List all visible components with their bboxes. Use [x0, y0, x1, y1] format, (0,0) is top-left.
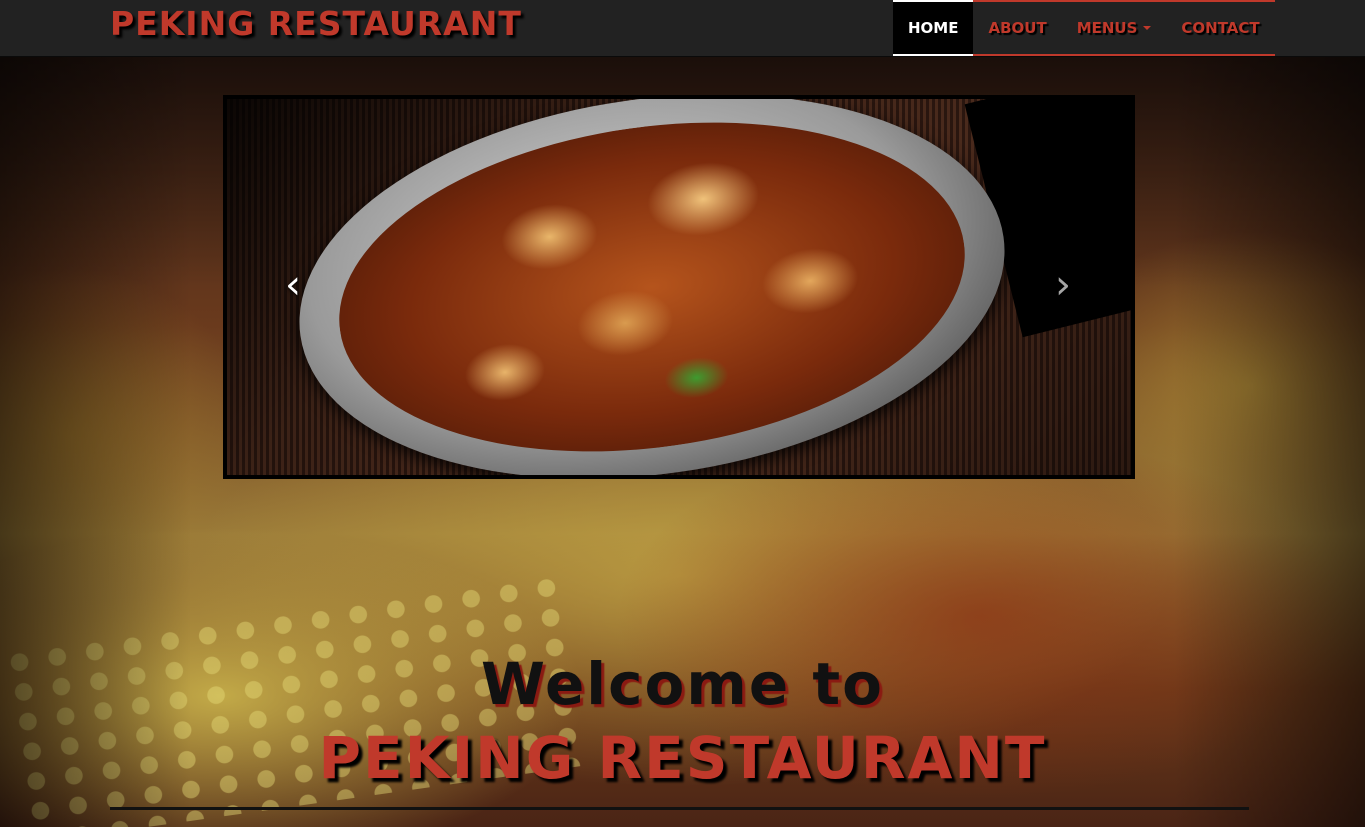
chevron-right-icon: › [1055, 262, 1071, 308]
welcome-heading: Welcome to [481, 650, 884, 718]
carousel-prev-button[interactable]: ‹ [273, 265, 313, 305]
nav-item-label: Contact [1181, 19, 1260, 37]
carousel-next-button[interactable]: › [1043, 265, 1083, 305]
nav-item-menus[interactable]: Menus [1061, 0, 1167, 56]
carousel-slide-image [227, 99, 1131, 475]
chevron-left-icon: ‹ [285, 262, 301, 308]
restaurant-name-heading: Peking Restaurant [318, 724, 1047, 792]
nav-item-contact[interactable]: Contact [1166, 0, 1275, 56]
brand-logo[interactable]: Peking Restaurant [110, 4, 522, 43]
nav-menu: Home About Menus Contact [893, 0, 1275, 56]
nav-item-label: About [988, 19, 1047, 37]
caret-down-icon [1143, 26, 1152, 30]
navbar: Peking Restaurant Home About Menus Conta… [0, 0, 1365, 57]
nav-item-label: Home [908, 19, 959, 37]
nav-item-home[interactable]: Home [893, 0, 974, 56]
divider [110, 807, 1249, 810]
nav-item-label: Menus [1076, 19, 1138, 37]
nav-item-about[interactable]: About [973, 0, 1062, 56]
image-carousel: ‹ › [223, 95, 1135, 479]
